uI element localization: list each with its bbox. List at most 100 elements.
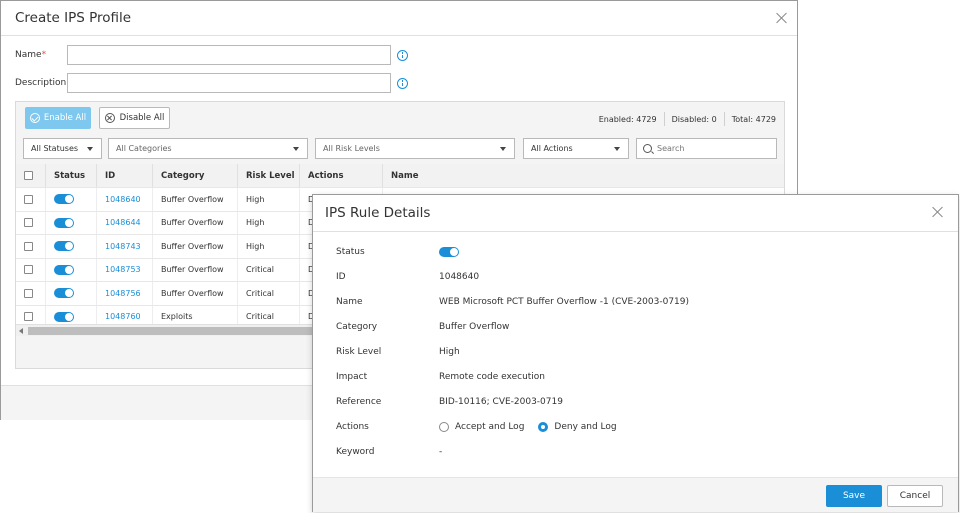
rule-id-link[interactable]: 1048644 bbox=[97, 211, 153, 234]
row-checkbox-cell bbox=[16, 305, 46, 324]
dialog-header: Create IPS Profile bbox=[1, 1, 797, 36]
dialog-footer: Save Cancel bbox=[313, 477, 958, 512]
caret-down-icon bbox=[293, 147, 299, 151]
caret-down-icon bbox=[614, 147, 620, 151]
risk-level-cell: High bbox=[238, 235, 300, 258]
detail-row-id: ID 1048640 bbox=[336, 271, 480, 282]
disabled-count: Disabled: 0 bbox=[671, 114, 717, 124]
ips-rule-details-dialog: IPS Rule Details Status ID 1048640 Name … bbox=[312, 194, 959, 512]
status-cell bbox=[46, 305, 97, 324]
name-input[interactable] bbox=[67, 45, 391, 65]
row-checkbox-cell bbox=[16, 188, 46, 211]
check-circle-icon bbox=[29, 113, 40, 123]
x-circle-icon bbox=[104, 113, 115, 123]
dialog-title: IPS Rule Details bbox=[325, 205, 431, 221]
detail-row-impact: Impact Remote code execution bbox=[336, 371, 546, 382]
status-toggle[interactable] bbox=[54, 264, 74, 275]
risk-level-cell: Critical bbox=[238, 282, 300, 305]
disable-all-button[interactable]: Disable All bbox=[99, 107, 170, 129]
status-cell bbox=[46, 282, 97, 305]
detail-row-reference: Reference BID-10116; CVE-2003-0719 bbox=[336, 396, 563, 407]
enabled-count: Enabled: 4729 bbox=[598, 114, 657, 124]
rule-counts: Enabled: 4729 Disabled: 0 Total: 4729 bbox=[599, 112, 776, 126]
detail-row-name: Name WEB Microsoft PCT Buffer Overflow -… bbox=[336, 296, 690, 307]
row-checkbox-cell bbox=[16, 211, 46, 234]
status-filter-dropdown[interactable]: All Statuses bbox=[23, 138, 102, 159]
category-cell: Buffer Overflow bbox=[153, 282, 238, 305]
info-icon[interactable] bbox=[397, 78, 408, 89]
description-input[interactable] bbox=[67, 73, 391, 93]
row-checkbox-cell bbox=[16, 258, 46, 281]
status-toggle[interactable] bbox=[54, 241, 74, 252]
arrow-left-icon[interactable] bbox=[19, 328, 23, 334]
column-header-status[interactable]: Status bbox=[46, 164, 97, 187]
table-header-row: Status ID Category Risk Level Actions Na… bbox=[16, 164, 784, 188]
risk-level-cell: Critical bbox=[238, 258, 300, 281]
row-checkbox[interactable] bbox=[24, 288, 33, 298]
select-all-checkbox[interactable] bbox=[24, 171, 33, 180]
status-toggle[interactable] bbox=[439, 246, 459, 257]
close-icon[interactable] bbox=[932, 206, 944, 218]
save-button[interactable]: Save bbox=[826, 485, 882, 507]
column-header-id[interactable]: ID bbox=[97, 164, 153, 187]
rule-id-link[interactable]: 1048743 bbox=[97, 235, 153, 258]
info-icon[interactable] bbox=[397, 50, 408, 61]
risk-level-cell: Critical bbox=[238, 305, 300, 324]
rule-id-link[interactable]: 1048756 bbox=[97, 282, 153, 305]
status-toggle[interactable] bbox=[54, 194, 74, 205]
rule-id-link[interactable]: 1048753 bbox=[97, 258, 153, 281]
accept-and-log-radio[interactable] bbox=[439, 421, 449, 432]
detail-row-status: Status bbox=[313, 239, 958, 264]
caret-down-icon bbox=[87, 147, 93, 151]
scrollbar-thumb[interactable] bbox=[28, 327, 358, 335]
row-checkbox[interactable] bbox=[24, 312, 33, 322]
deny-and-log-radio[interactable] bbox=[538, 421, 549, 432]
row-checkbox[interactable] bbox=[24, 194, 33, 204]
rule-id-link[interactable]: 1048760 bbox=[97, 305, 153, 324]
status-toggle[interactable] bbox=[54, 288, 74, 299]
total-count: Total: 4729 bbox=[731, 114, 776, 124]
close-icon[interactable] bbox=[776, 12, 788, 24]
deny-and-log-label[interactable]: Deny and Log bbox=[554, 422, 616, 432]
dialog-header: IPS Rule Details bbox=[313, 195, 958, 232]
row-checkbox[interactable] bbox=[24, 241, 33, 251]
column-header-name[interactable]: Name bbox=[383, 164, 784, 187]
detail-row-keyword: Keyword - bbox=[336, 446, 443, 457]
category-cell: Exploits bbox=[153, 305, 238, 324]
category-cell: Buffer Overflow bbox=[153, 188, 238, 211]
detail-row-category: Category Buffer Overflow bbox=[336, 321, 510, 332]
cancel-button[interactable]: Cancel bbox=[887, 485, 943, 507]
status-cell bbox=[46, 235, 97, 258]
category-cell: Buffer Overflow bbox=[153, 258, 238, 281]
name-label: Name* bbox=[15, 50, 47, 60]
search-input[interactable]: Search bbox=[636, 138, 777, 159]
risk-level-cell: High bbox=[238, 211, 300, 234]
caret-down-icon bbox=[500, 147, 506, 151]
category-cell: Buffer Overflow bbox=[153, 235, 238, 258]
status-cell bbox=[46, 188, 97, 211]
rule-id-link[interactable]: 1048640 bbox=[97, 188, 153, 211]
status-cell bbox=[46, 211, 97, 234]
risk-level-cell: High bbox=[238, 188, 300, 211]
row-checkbox-cell bbox=[16, 282, 46, 305]
column-header-actions[interactable]: Actions bbox=[300, 164, 383, 187]
status-toggle[interactable] bbox=[54, 217, 74, 228]
risk-level-filter-dropdown[interactable]: All Risk Levels bbox=[315, 138, 515, 159]
column-header-category[interactable]: Category bbox=[153, 164, 238, 187]
row-checkbox[interactable] bbox=[24, 218, 33, 228]
status-cell bbox=[46, 258, 97, 281]
category-filter-dropdown[interactable]: All Categories bbox=[108, 138, 308, 159]
enable-all-button[interactable]: Enable All bbox=[25, 107, 91, 129]
detail-row-actions: Actions Accept and Log Deny and Log bbox=[336, 421, 617, 432]
column-header-risk-level[interactable]: Risk Level bbox=[238, 164, 300, 187]
search-icon bbox=[643, 144, 652, 153]
row-checkbox[interactable] bbox=[24, 265, 33, 275]
dialog-title: Create IPS Profile bbox=[15, 10, 132, 26]
detail-row-risk-level: Risk Level High bbox=[336, 346, 460, 357]
status-toggle[interactable] bbox=[54, 311, 74, 322]
actions-filter-dropdown[interactable]: All Actions bbox=[523, 138, 629, 159]
accept-and-log-label[interactable]: Accept and Log bbox=[455, 422, 524, 432]
row-checkbox-cell bbox=[16, 235, 46, 258]
description-label: Description bbox=[15, 78, 67, 88]
category-cell: Buffer Overflow bbox=[153, 211, 238, 234]
